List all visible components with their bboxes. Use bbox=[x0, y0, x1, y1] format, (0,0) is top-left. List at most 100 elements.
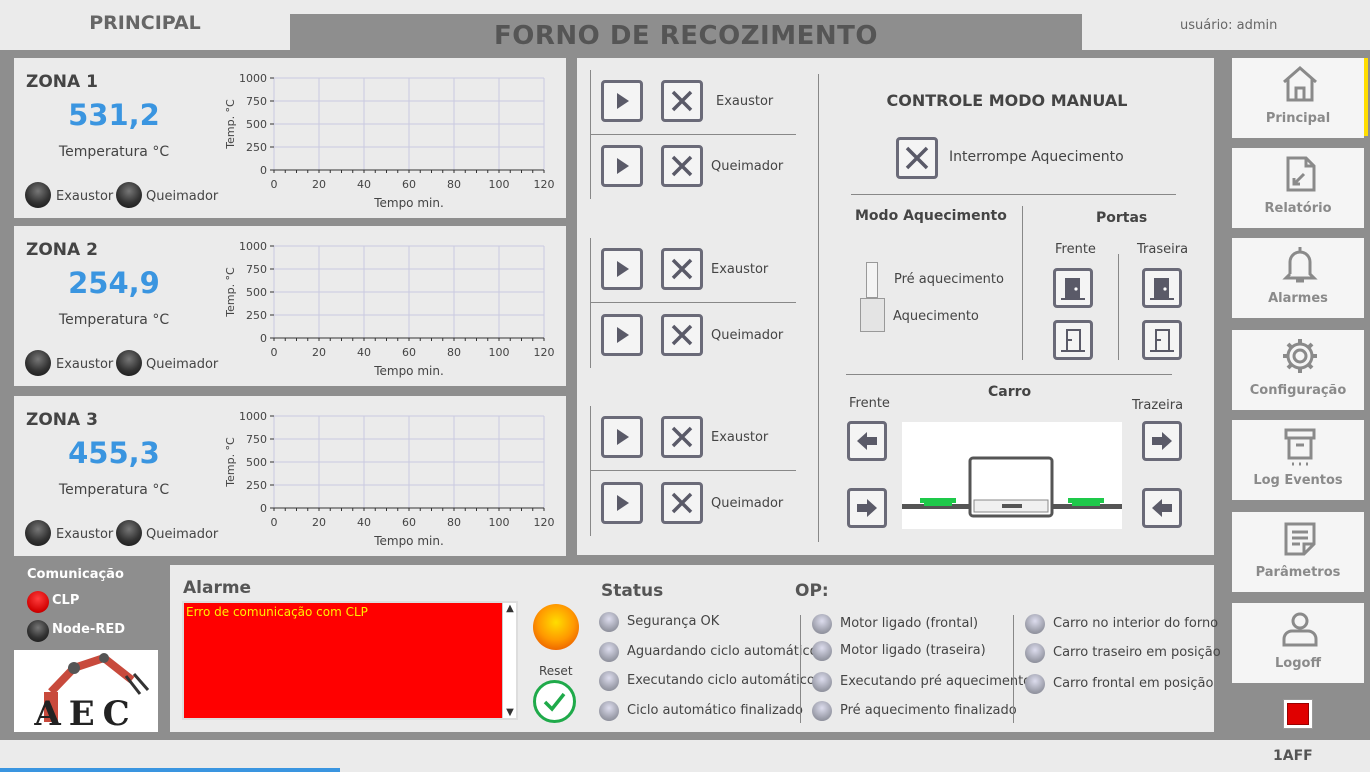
exaustor-stop-button[interactable] bbox=[661, 248, 703, 290]
nodered-led bbox=[27, 620, 49, 642]
queimador-stop-button[interactable] bbox=[661, 145, 703, 187]
mode-pre-label: Pré aquecimento bbox=[894, 272, 1004, 287]
manual-title: CONTROLE MODO MANUAL bbox=[886, 91, 1128, 110]
close-icon bbox=[905, 146, 929, 170]
x-tick-label: 80 bbox=[447, 516, 461, 529]
exaustor-start-button[interactable] bbox=[601, 80, 643, 122]
cart-front-right-button[interactable] bbox=[847, 488, 887, 528]
x-tick-label: 20 bbox=[312, 178, 326, 191]
interrupt-heating-label: Interrompe Aquecimento bbox=[949, 149, 1124, 165]
arrow-right-icon bbox=[1152, 432, 1172, 450]
queimador-start-button[interactable] bbox=[601, 482, 643, 524]
cart-rear-left-button[interactable] bbox=[1142, 488, 1182, 528]
scroll-up-icon[interactable]: ▲ bbox=[503, 603, 517, 614]
x-tick-label: 40 bbox=[357, 178, 371, 191]
stop-button[interactable] bbox=[1283, 699, 1313, 729]
control-divider bbox=[818, 74, 819, 542]
status-item: Segurança OK bbox=[599, 612, 719, 632]
sidebar-item-logoff[interactable]: Logoff bbox=[1232, 603, 1364, 683]
cart-rear-right-button[interactable] bbox=[1142, 421, 1182, 461]
x-tick-label: 100 bbox=[489, 346, 510, 359]
y-axis-label: Temp. °C bbox=[224, 99, 237, 150]
control-group-bar bbox=[590, 70, 591, 199]
x-tick-label: 60 bbox=[402, 516, 416, 529]
zone-temperature-chart: 0 20 40 60 80 100 120 0 250 500 750 1000 Tempo min. T… bbox=[224, 240, 555, 378]
op-item-label: Motor ligado (frontal) bbox=[840, 616, 979, 631]
queimador-led-label: Queimador bbox=[146, 189, 219, 204]
x-tick-label: 100 bbox=[489, 178, 510, 191]
alarm-scrollbar[interactable]: ▲ ▼ bbox=[502, 603, 516, 718]
close-icon bbox=[671, 324, 693, 346]
arrow-left-icon bbox=[857, 432, 877, 450]
user-label: usuário: admin bbox=[1180, 18, 1278, 33]
sidebar-item-log-eventos[interactable]: Log Eventos bbox=[1232, 420, 1364, 500]
arrow-left-icon bbox=[1152, 499, 1172, 517]
cart-status-led bbox=[1025, 643, 1045, 663]
x-tick-label: 0 bbox=[271, 346, 278, 359]
heating-mode-switch-knob[interactable] bbox=[860, 298, 885, 332]
queimador-stop-button[interactable] bbox=[661, 482, 703, 524]
y-tick-label: 1000 bbox=[239, 72, 267, 85]
interrupt-heating-button[interactable] bbox=[896, 137, 938, 179]
doors-divider bbox=[1022, 206, 1023, 360]
op-item-label: Executando pré aquecimento bbox=[840, 674, 1032, 689]
cart-status-item: Carro frontal em posição bbox=[1025, 674, 1213, 694]
op-led bbox=[812, 614, 832, 634]
exaustor-led bbox=[25, 350, 51, 376]
op-item-label: Motor ligado (traseira) bbox=[840, 643, 986, 658]
bell-icon bbox=[1282, 247, 1318, 283]
front-door-open-button[interactable] bbox=[1053, 268, 1093, 308]
exaustor-start-button[interactable] bbox=[601, 248, 643, 290]
y-tick-label: 250 bbox=[246, 309, 267, 322]
y-tick-label: 0 bbox=[260, 164, 267, 177]
status-led bbox=[599, 642, 619, 662]
x-tick-label: 20 bbox=[312, 346, 326, 359]
exaustor-stop-button[interactable] bbox=[661, 80, 703, 122]
report-icon bbox=[1286, 156, 1316, 192]
sidebar-item-relat-rio[interactable]: Relatório bbox=[1232, 148, 1364, 228]
heating-mode-switch[interactable] bbox=[866, 262, 878, 298]
rear-door-close-button[interactable] bbox=[1142, 320, 1182, 360]
zone-temperature-label: Temperatura °C bbox=[58, 144, 170, 160]
stop-icon bbox=[1287, 703, 1309, 725]
x-tick-label: 0 bbox=[271, 516, 278, 529]
close-icon bbox=[671, 155, 693, 177]
queimador-start-button[interactable] bbox=[601, 145, 643, 187]
close-icon bbox=[671, 258, 693, 280]
queimador-led bbox=[116, 520, 142, 546]
x-tick-label: 60 bbox=[402, 346, 416, 359]
queimador-led-label: Queimador bbox=[146, 357, 219, 372]
exaustor-stop-button[interactable] bbox=[661, 416, 703, 458]
sidebar-item-principal[interactable]: Principal bbox=[1232, 58, 1364, 138]
control-row-divider bbox=[590, 302, 796, 303]
status-item: Ciclo automático finalizado bbox=[599, 701, 803, 721]
x-tick-label: 60 bbox=[402, 178, 416, 191]
reset-button[interactable] bbox=[533, 680, 576, 723]
alarm-list[interactable]: Erro de comunicação com CLP ▲ ▼ bbox=[182, 601, 518, 720]
alarm-title: Alarme bbox=[183, 578, 252, 598]
sidebar-item-alarmes[interactable]: Alarmes bbox=[1232, 238, 1364, 318]
y-axis-label: Temp. °C bbox=[224, 267, 237, 318]
page-tab-title: PRINCIPAL bbox=[89, 12, 201, 34]
cart-status-label: Carro no interior do forno bbox=[1053, 616, 1219, 631]
sidebar-item-par-metros[interactable]: Parâmetros bbox=[1232, 512, 1364, 592]
logo-text: AEC bbox=[34, 694, 138, 732]
queimador-led-label: Queimador bbox=[146, 527, 219, 542]
rear-door-open-button[interactable] bbox=[1142, 268, 1182, 308]
zone-temperature-value: 254,9 bbox=[68, 266, 160, 300]
front-door-close-button[interactable] bbox=[1053, 320, 1093, 360]
door-rear-label: Traseira bbox=[1137, 242, 1189, 257]
y-tick-label: 750 bbox=[246, 263, 267, 276]
scroll-down-icon[interactable]: ▼ bbox=[503, 707, 517, 718]
op-title: OP: bbox=[795, 581, 829, 601]
exaustor-start-button[interactable] bbox=[601, 416, 643, 458]
queimador-control-label: Queimador bbox=[711, 328, 784, 343]
cart-front-label: Frente bbox=[849, 396, 890, 411]
sidebar-item-configura-o[interactable]: Configuração bbox=[1232, 330, 1364, 410]
queimador-start-button[interactable] bbox=[601, 314, 643, 356]
cart-front-left-button[interactable] bbox=[847, 421, 887, 461]
door-front-label: Frente bbox=[1055, 242, 1096, 257]
company-logo: AEC bbox=[14, 650, 158, 732]
queimador-stop-button[interactable] bbox=[661, 314, 703, 356]
zone-temperature-value: 455,3 bbox=[68, 436, 160, 470]
